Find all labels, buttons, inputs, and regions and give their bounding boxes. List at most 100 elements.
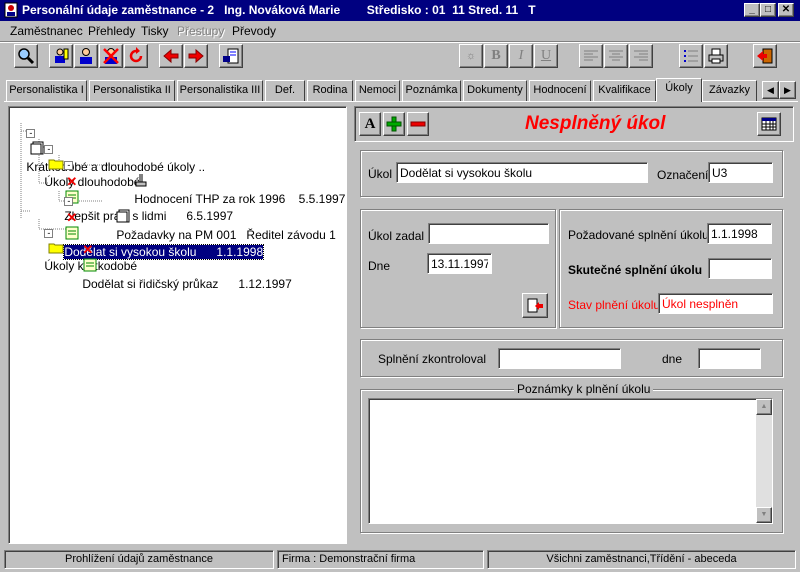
list-button[interactable] (679, 44, 703, 68)
format-button[interactable]: ☼ (459, 44, 483, 68)
previous-button[interactable] (159, 44, 183, 68)
pozadovane-input[interactable] (707, 223, 772, 244)
menu-prehledy[interactable]: Přehledy (88, 24, 135, 38)
tab-def[interactable]: Def. (265, 80, 305, 101)
tasks-tree[interactable]: - Krátkodobé a dlouhodobé úkoly .. - Úko… (8, 106, 347, 544)
title-bar[interactable]: Personální údaje zaměstnance - 2 Ing. No… (0, 0, 800, 21)
notes-scrollbar[interactable]: ▲ ▼ (756, 399, 772, 523)
next-button[interactable] (184, 44, 208, 68)
delete-task-button[interactable] (407, 112, 429, 136)
oznaceni-input[interactable] (708, 162, 773, 183)
tab-ukoly[interactable]: Úkoly (656, 78, 702, 102)
document-arrow-icon (527, 298, 543, 312)
align-right-button[interactable] (629, 44, 653, 68)
dne-label: Dne (368, 259, 391, 273)
tab-hodnoceni[interactable]: Hodnocení (529, 80, 591, 101)
calendar-icon (761, 117, 777, 131)
italic-button[interactable]: I (509, 44, 533, 68)
search-button[interactable] (14, 44, 38, 68)
maximize-button[interactable]: □ (760, 3, 776, 17)
tree-collapse-icon[interactable]: - (44, 229, 54, 239)
document-export-icon (223, 48, 239, 64)
dne2-label: dne (662, 352, 683, 366)
person-delete-icon (103, 48, 119, 64)
close-button[interactable]: ✕ (778, 3, 794, 17)
form-header-panel: A Nesplněný úkol (354, 106, 794, 142)
tab-personalistika-3[interactable]: Personalistika III (177, 80, 263, 101)
notes-group-label: Poznámky k plnění úkolu (514, 382, 654, 396)
bold-button[interactable]: B (484, 44, 508, 68)
print-button[interactable] (704, 44, 728, 68)
tab-kvalifikace[interactable]: Kvalifikace (593, 80, 656, 101)
refresh-button[interactable] (124, 44, 148, 68)
minimize-button[interactable]: _ (744, 3, 760, 17)
tab-nemoci[interactable]: Nemoci (355, 80, 400, 101)
align-left-button[interactable] (579, 44, 603, 68)
zkontroloval-label: Splnění zkontroloval (378, 352, 487, 366)
scroll-up-button[interactable]: ▲ (756, 399, 772, 415)
splitter[interactable] (348, 104, 354, 546)
menu-tisky[interactable]: Tisky (141, 24, 169, 38)
skutecne-label: Skutečné splnění úkolu (568, 263, 703, 277)
scroll-down-button[interactable]: ▼ (756, 507, 772, 523)
tree-item-task[interactable]: Dodělat si řidičský průkaz 1.12.1997 (82, 277, 291, 291)
align-right-icon (634, 50, 648, 61)
unfulfilled-x-icon: ✕ (82, 241, 94, 257)
magnifier-icon (18, 48, 35, 65)
align-left-icon (584, 50, 598, 61)
app-icon[interactable] (3, 2, 19, 18)
delete-employee-button[interactable] (99, 44, 123, 68)
tab-poznamka[interactable]: Poznámka (402, 80, 461, 101)
task-note-icon (82, 258, 98, 276)
calendar-button[interactable] (757, 112, 781, 136)
edit-employee-button[interactable] (49, 44, 73, 68)
skutecne-input[interactable] (708, 258, 772, 279)
menu-prevody[interactable]: Převody (232, 24, 276, 38)
align-center-icon (609, 50, 623, 61)
align-center-button[interactable] (604, 44, 628, 68)
zkontroloval-input[interactable] (498, 348, 621, 369)
status-mode: Prohlížení údajů zaměstnance (4, 550, 274, 569)
arrow-left-icon (163, 48, 179, 64)
underline-button[interactable]: U (534, 44, 558, 68)
arrow-right-icon (188, 48, 204, 64)
stav-label: Stav plnění úkolu (568, 298, 661, 312)
add-task-button[interactable] (383, 112, 405, 136)
dne2-input[interactable] (698, 348, 761, 369)
menu-bar: Zaměstnanec Přehledy Tisky Přestupy Přev… (0, 21, 800, 41)
dne-input[interactable] (427, 253, 492, 274)
export-assignment-button[interactable] (522, 293, 548, 318)
font-button[interactable]: A (359, 112, 381, 136)
exit-door-icon (757, 48, 773, 64)
tab-dokumenty[interactable]: Dokumenty (463, 80, 527, 101)
person-icon (80, 48, 92, 64)
tab-personalistika-2[interactable]: Personalistika II (89, 80, 175, 101)
export-button[interactable] (219, 44, 243, 68)
tab-scroll-right-button[interactable]: ▶ (779, 81, 796, 99)
ukol-input[interactable] (396, 162, 648, 183)
tree-item-task-selected[interactable]: Dodělat si vysokou školu 1.1.1998 (63, 243, 265, 260)
menu-zamestnanec[interactable]: Zaměstnanec (10, 24, 83, 38)
zadal-input[interactable] (428, 223, 549, 244)
tab-zavazky[interactable]: Závazky (702, 80, 757, 101)
menu-prestupy[interactable]: Přestupy (177, 24, 224, 38)
tree-collapse-icon[interactable]: - (64, 161, 74, 171)
tree-collapse-icon[interactable]: - (64, 197, 74, 207)
format-icon: ☼ (465, 50, 477, 62)
menu-separator (0, 41, 800, 43)
printer-icon (708, 48, 724, 64)
list-icon (684, 50, 698, 62)
status-filter: Všichni zaměstnanci,Třídění - abeceda (487, 550, 796, 569)
refresh-icon (129, 47, 143, 63)
exit-button[interactable] (753, 44, 777, 68)
tab-scroll-left-button[interactable]: ◀ (762, 81, 779, 99)
add-employee-button[interactable] (74, 44, 98, 68)
minus-icon (410, 121, 426, 127)
stav-input[interactable] (658, 293, 773, 314)
pozadovane-label: Požadované splnění úkolu (568, 228, 709, 242)
tab-rodina[interactable]: Rodina (307, 80, 353, 101)
folder-icon (48, 242, 64, 258)
status-company: Firma : Demonstrační firma (277, 550, 484, 569)
tab-personalistika-1[interactable]: Personalistika I (6, 80, 87, 101)
notes-textarea[interactable]: ▲ ▼ (368, 398, 773, 524)
